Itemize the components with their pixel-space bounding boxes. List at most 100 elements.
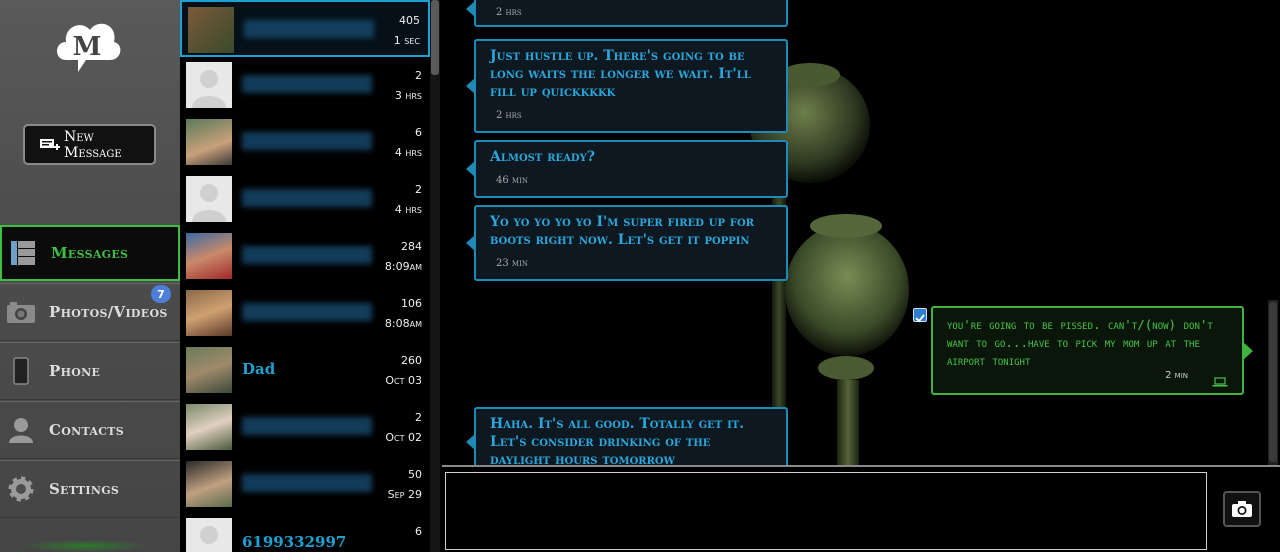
message-count: 6 <box>415 525 422 538</box>
message-text: Haha. It's all good. Totally get it. Let… <box>490 416 745 465</box>
gear-icon <box>6 474 36 504</box>
conversation-item[interactable]: 284 8:09am <box>180 228 430 285</box>
incoming-message[interactable]: Haha. It's all good. Totally get it. Let… <box>466 407 788 465</box>
logo-letter: M <box>73 32 102 62</box>
conversation-item[interactable]: 6199332997 6 <box>180 513 430 552</box>
chat-scrollbar[interactable] <box>1268 300 1278 465</box>
new-message-button[interactable]: New Message <box>23 124 156 165</box>
sidebar-nav: M New Message Messages Photos/Videos 7 P… <box>0 0 180 552</box>
message-count: 2 <box>415 411 422 424</box>
nav-label-photos-videos: Photos/Videos <box>49 303 168 321</box>
message-input[interactable] <box>445 472 1207 550</box>
contact-name <box>244 20 374 38</box>
photos-count-badge: 7 <box>151 285 171 303</box>
nav-label-contacts: Contacts <box>49 421 124 439</box>
default-avatar-icon <box>200 526 218 544</box>
outgoing-message[interactable]: you're going to be pissed. can't/(now) d… <box>931 306 1253 395</box>
avatar <box>186 119 232 165</box>
last-message-time: 1 sec <box>393 34 420 47</box>
contact-name <box>242 246 372 264</box>
conversation-item[interactable]: 2 3 hrs <box>180 57 430 114</box>
camera-icon <box>1232 501 1252 517</box>
incoming-message[interactable]: Yo yo yo yo yo I'm super fired up for bo… <box>466 205 788 281</box>
contact-name <box>242 417 372 435</box>
message-count: 405 <box>399 14 420 27</box>
last-message-time: 8:09am <box>384 260 422 273</box>
last-message-time: 4 hrs <box>394 146 422 159</box>
message-text: Yo yo yo yo yo I'm super fired up for bo… <box>490 214 755 248</box>
message-time: 23 min <box>496 258 528 269</box>
incoming-message[interactable]: Almost ready? 46 min <box>466 140 788 198</box>
conversation-item[interactable]: Dad 260 Oct 03 <box>180 342 430 399</box>
message-count: 260 <box>401 354 422 367</box>
scrollbar-thumb[interactable] <box>1269 302 1277 462</box>
message-count: 106 <box>401 297 422 310</box>
message-time: 2 hrs <box>496 7 522 18</box>
last-message-time: Oct 03 <box>385 374 422 387</box>
conversation-item[interactable]: 50 Sep 29 <box>180 456 430 513</box>
nav-item-messages[interactable]: Messages <box>0 225 180 281</box>
conversation-item[interactable]: 405 1 sec <box>180 0 430 57</box>
contact-name <box>242 75 372 93</box>
contact-name: 6199332997 <box>242 533 347 551</box>
checkmark-icon <box>915 314 925 323</box>
message-count: 284 <box>401 240 422 253</box>
conversation-item[interactable]: 6 4 hrs <box>180 114 430 171</box>
avatar <box>186 233 232 279</box>
contact-name <box>242 303 372 321</box>
conversation-list: 405 1 sec 2 3 hrs 6 4 hrs 2 4 hrs 284 8:… <box>180 0 442 552</box>
last-message-time: 3 hrs <box>394 89 422 102</box>
phone-icon <box>6 356 36 386</box>
avatar <box>186 176 232 222</box>
nav-label-settings: Settings <box>49 480 120 498</box>
nav-item-phone[interactable]: Phone <box>0 342 180 400</box>
default-avatar-icon <box>192 70 226 108</box>
avatar <box>186 404 232 450</box>
camera-icon <box>6 297 36 327</box>
message-count: 2 <box>415 69 422 82</box>
contact-name: Dad <box>242 360 276 378</box>
incoming-message[interactable]: 2 hrs <box>466 0 788 27</box>
message-text: you're going to be pissed. can't/(now) d… <box>947 317 1213 368</box>
avatar <box>186 290 232 336</box>
avatar <box>188 7 234 53</box>
avatar <box>186 347 232 393</box>
message-time: 46 min <box>496 175 528 186</box>
contacts-icon <box>6 415 36 445</box>
nav-label-messages: Messages <box>51 244 129 262</box>
attach-photo-button[interactable] <box>1223 491 1261 527</box>
scrollbar-thumb[interactable] <box>431 0 439 75</box>
conversation-list-scrollbar[interactable] <box>430 0 440 552</box>
last-message-time: 8:08am <box>384 317 422 330</box>
app-logo: M <box>52 12 122 78</box>
message-count: 50 <box>408 468 422 481</box>
messages-icon <box>8 238 38 268</box>
last-message-time: Oct 02 <box>385 431 422 444</box>
chat-thread: 2 hrs Just hustle up. There's going to b… <box>442 0 1280 465</box>
conversation-item[interactable]: 2 4 hrs <box>180 171 430 228</box>
last-message-time: Sep 29 <box>387 488 422 501</box>
compose-icon <box>39 137 61 153</box>
message-text: Just hustle up. There's going to be long… <box>490 48 751 100</box>
default-avatar-icon <box>192 184 226 222</box>
laptop-icon <box>1212 374 1228 387</box>
nav-item-contacts[interactable]: Contacts <box>0 401 180 459</box>
conversation-item[interactable]: 106 8:08am <box>180 285 430 342</box>
message-select-checkbox[interactable] <box>913 308 927 323</box>
contact-name <box>242 474 372 492</box>
compose-area <box>442 465 1280 552</box>
message-time: 2 hrs <box>496 110 522 121</box>
new-message-label: New Message <box>64 128 122 161</box>
contact-name <box>242 189 372 207</box>
message-count: 2 <box>415 183 422 196</box>
nav-label-phone: Phone <box>49 362 101 380</box>
last-message-time: 4 hrs <box>394 203 422 216</box>
avatar <box>186 461 232 507</box>
message-count: 6 <box>415 126 422 139</box>
nav-bottom-glow <box>20 540 150 552</box>
conversation-item[interactable]: 2 Oct 02 <box>180 399 430 456</box>
message-time: 2 min <box>1165 370 1188 381</box>
nav-item-settings[interactable]: Settings <box>0 460 180 518</box>
avatar <box>186 62 232 108</box>
incoming-message[interactable]: Just hustle up. There's going to be long… <box>466 39 788 133</box>
